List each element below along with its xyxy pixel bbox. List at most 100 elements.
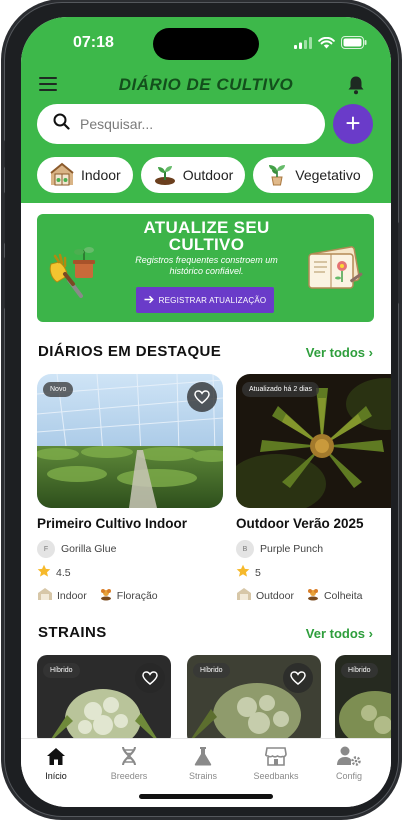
chip-outdoor[interactable]: Outdoor: [140, 157, 246, 193]
battery-icon: [341, 36, 367, 54]
featured-section-title: DIÁRIOS EM DESTAQUE: [38, 343, 222, 360]
favorite-heart-icon[interactable]: [283, 663, 313, 693]
strain-card[interactable]: Híbrido: [187, 655, 321, 745]
search-placeholder: Pesquisar...: [80, 116, 154, 132]
chip-indoor[interactable]: Indoor: [37, 157, 133, 193]
add-diary-button[interactable]: +: [333, 104, 373, 144]
nav-label: Seedbanks: [253, 771, 299, 781]
wifi-icon: [318, 36, 335, 54]
power-button: [398, 222, 402, 304]
featured-see-all-link[interactable]: Ver todos ›: [306, 345, 373, 360]
see-all-label: Ver todos: [305, 626, 366, 641]
dna-icon: [94, 745, 164, 767]
star-icon: [37, 564, 51, 581]
action-button: [1, 140, 5, 168]
banner-title: ATUALIZE SEU CULTIVO: [109, 219, 304, 253]
environment-icon: [37, 587, 53, 604]
environment-label: Outdoor: [256, 589, 294, 602]
strain-card[interactable]: Híbrido: [37, 655, 171, 745]
environment-label: Indoor: [57, 589, 87, 602]
dynamic-island: [153, 28, 259, 60]
diary-title: Outdoor Verão 2025: [236, 516, 364, 531]
rating-row: 5: [236, 564, 391, 581]
search-input[interactable]: Pesquisar...: [37, 104, 325, 144]
rating-value: 4.5: [56, 566, 71, 579]
nav-item-breeders[interactable]: Breeders: [94, 745, 164, 781]
meta-row: Outdoor Colheita: [236, 587, 391, 604]
diary-card[interactable]: Novo Primeiro Cultivo Indoor F Gorilla G…: [37, 374, 223, 604]
nav-item-config[interactable]: Config: [314, 745, 384, 781]
nav-label: Strains: [188, 771, 217, 781]
signal-icon: [294, 36, 312, 54]
strain-type-tag: Híbrido: [341, 663, 378, 678]
greenhouse-photo: Novo: [37, 374, 223, 508]
chevron-right-icon: ›: [368, 626, 373, 641]
strain-card[interactable]: Híbrido: [335, 655, 391, 745]
sprout-icon: [153, 162, 177, 189]
screen: 07:18 DIÁRIO DE CULTIVO Pesquisar... + I…: [21, 17, 391, 807]
phone-frame: 07:18 DIÁRIO DE CULTIVO Pesquisar... + I…: [1, 2, 402, 817]
strains-section-title: STRAINS: [38, 624, 107, 641]
notifications-bell-icon[interactable]: [347, 75, 365, 95]
app-title: DIÁRIO DE CULTIVO: [118, 75, 294, 94]
diary-card[interactable]: Atualizado há 2 dias Outdoor Verão 2025 …: [236, 374, 391, 604]
chip-label: Outdoor: [182, 167, 234, 183]
strains-see-all-link[interactable]: Ver todos ›: [306, 626, 373, 641]
gardening-tools-icon: [45, 242, 105, 303]
rating-value: 5: [255, 566, 261, 579]
flowering-icon: [99, 587, 113, 604]
strain-type-tag: Híbrido: [193, 663, 230, 678]
notebook-flowers-icon: [305, 236, 367, 301]
user-settings-icon: [314, 745, 384, 767]
see-all-label: Ver todos: [305, 345, 366, 360]
greenhouse-icon: [49, 161, 75, 190]
nav-item-strains[interactable]: Strains: [168, 745, 238, 781]
rating-row: 4.5: [37, 564, 223, 581]
star-icon: [236, 564, 250, 581]
update-banner[interactable]: ATUALIZE SEU CULTIVO Registros frequente…: [37, 214, 374, 322]
phase-label: Colheita: [323, 589, 363, 602]
chip-label: Indoor: [81, 167, 121, 183]
phase-label: Floração: [116, 589, 158, 602]
environment-icon: [236, 587, 252, 604]
banner-subtitle-line1: Registros frequentes constroem um: [135, 255, 278, 265]
banner-title-line2: CULTIVO: [168, 235, 245, 254]
volume-down-button: [1, 257, 5, 309]
arrow-right-icon: [144, 295, 154, 306]
nav-label: Config: [335, 771, 362, 781]
strain-type-tag: Híbrido: [43, 663, 80, 678]
avatar: B: [236, 540, 254, 558]
storefront-icon: [241, 745, 311, 767]
status-tag: Atualizado há 2 dias: [242, 382, 320, 397]
banner-subtitle: Registros frequentes constroem um histór…: [121, 255, 292, 277]
nav-label: Breeders: [110, 771, 148, 781]
volume-up-button: [1, 192, 5, 244]
nav-item-seedbanks[interactable]: Seedbanks: [241, 745, 311, 781]
register-update-label: REGISTRAR ATUALIZAÇÃO: [158, 295, 267, 305]
cannabis-plant-photo: Atualizado há 2 dias: [236, 374, 391, 508]
register-update-button[interactable]: REGISTRAR ATUALIZAÇÃO: [136, 287, 274, 313]
chip-label: Vegetativo: [295, 167, 361, 183]
chip-vegetativo[interactable]: Vegetativo: [253, 157, 373, 193]
meta-row: Indoor Floração: [37, 587, 223, 604]
flask-icon: [168, 745, 238, 767]
potted-plant-icon: [265, 162, 289, 189]
avatar: F: [37, 540, 55, 558]
app-header: 07:18 DIÁRIO DE CULTIVO Pesquisar... + I…: [21, 17, 391, 203]
nav-item-inicio[interactable]: Início: [21, 745, 91, 781]
filter-chips: Indoor Outdoor Vegetativo: [37, 157, 373, 193]
banner-subtitle-line2: histórico confiável.: [169, 266, 244, 276]
nav-label: Início: [45, 771, 67, 781]
chevron-right-icon: ›: [368, 345, 373, 360]
strain-name: Purple Punch: [260, 543, 324, 555]
banner-title-line1: ATUALIZE SEU: [143, 218, 270, 237]
home-icon: [21, 745, 91, 767]
status-time: 07:18: [73, 34, 114, 51]
strain-row: B Purple Punch: [236, 540, 391, 558]
favorite-heart-icon[interactable]: [187, 382, 217, 412]
home-indicator: [139, 794, 273, 799]
strain-row: F Gorilla Glue: [37, 540, 223, 558]
favorite-heart-icon[interactable]: [135, 663, 165, 693]
diary-title: Primeiro Cultivo Indoor: [37, 516, 188, 531]
status-icons: [294, 36, 367, 54]
